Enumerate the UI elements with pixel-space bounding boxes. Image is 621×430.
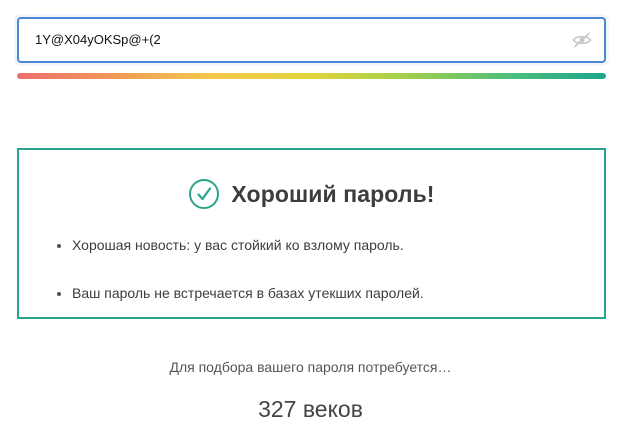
result-list: Хорошая новость: у вас стойкий ко взлому… — [57, 236, 424, 302]
crack-time-value: 327 веков — [258, 396, 363, 422]
result-title: Хороший пароль! — [231, 180, 435, 207]
strength-meter — [17, 73, 606, 79]
check-circle-icon — [189, 179, 220, 209]
result-list-item: Ваш пароль не встречается в базах утекши… — [57, 284, 424, 302]
password-checker-page: Хороший пароль! Хорошая новость: у вас с… — [0, 0, 621, 430]
password-field[interactable] — [17, 17, 606, 63]
password-input[interactable] — [35, 19, 555, 61]
result-header: Хороший пароль! — [19, 176, 604, 212]
result-panel: Хороший пароль! Хорошая новость: у вас с… — [17, 148, 606, 319]
result-list-item: Хорошая новость: у вас стойкий ко взлому… — [57, 236, 424, 254]
eye-slash-icon[interactable] — [570, 29, 594, 51]
crack-time-label: Для подбора вашего пароля потребуется… — [169, 359, 452, 375]
strength-meter-fill — [17, 73, 606, 79]
